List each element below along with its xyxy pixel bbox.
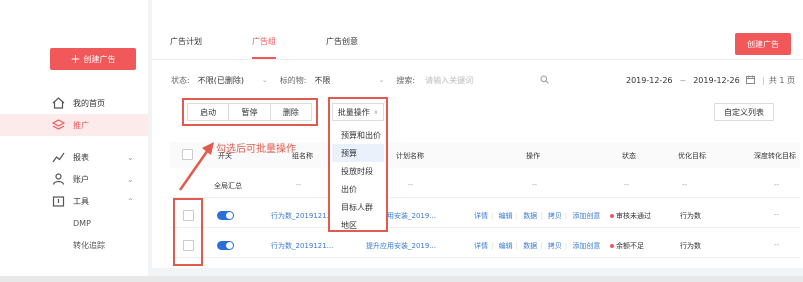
- summary-value: --: [624, 181, 630, 189]
- tab-ad-creative[interactable]: 广告创意: [326, 36, 358, 50]
- home-icon: [51, 96, 65, 110]
- sidebar: + 创建广告 我的首页 推广 报表 ⌄ 账户 ⌄ 工具 ⌃ DMP 转化追踪: [0, 0, 148, 282]
- filter-bar: 状态: 不限(已删除) ⌄ 标的物: 不限 ⌄ 搜索: 请输入关键词: [171, 72, 555, 88]
- toolbox-icon: [51, 194, 65, 208]
- menu-item-budget[interactable]: 预算: [332, 144, 384, 162]
- calendar-icon: [745, 75, 755, 86]
- batch-operation-button[interactable]: 批量操作 ∧: [332, 103, 384, 121]
- summary-row: 全局汇总 -- -- -- -- -- --: [170, 172, 800, 198]
- sidebar-subitem-dmp[interactable]: DMP: [0, 212, 148, 234]
- col-ops: 操作: [526, 152, 540, 160]
- page-count: | 共 1 页: [762, 75, 795, 85]
- edit-link[interactable]: 编辑: [499, 242, 513, 250]
- start-button[interactable]: 启动: [187, 103, 230, 121]
- tab-ad-group[interactable]: 广告组: [252, 36, 276, 59]
- menu-item-region[interactable]: 地区: [332, 216, 384, 234]
- data-link[interactable]: 数据: [523, 212, 537, 220]
- annotation-arrow-icon: [178, 142, 214, 191]
- table-row: 行为数_2019121... 提升应用安装_2019... 详情 | 编辑 | 数据…: [170, 232, 800, 258]
- row-actions: 详情 | 编辑 | 数据 | 拷贝 | 添加创意: [474, 242, 601, 250]
- add-creative-link[interactable]: 添加创意: [572, 212, 600, 220]
- menu-item-bid[interactable]: 出价: [332, 180, 384, 198]
- sidebar-subitem-conversion[interactable]: 转化追踪: [0, 234, 148, 256]
- target-filter-label: 标的物:: [279, 75, 307, 85]
- layers-icon: [51, 118, 65, 132]
- tab-divider: [152, 59, 803, 60]
- user-icon: [51, 172, 65, 186]
- sidebar-item-promotion[interactable]: 推广: [0, 114, 148, 136]
- status-dot-icon: [610, 214, 614, 218]
- summary-value: --: [408, 181, 414, 189]
- annotation-text: 勾选后可批量操作: [216, 144, 296, 155]
- plan-name-link[interactable]: 提升应用安装_2019...: [366, 241, 436, 251]
- chevron-down-icon: ⌄: [127, 174, 134, 184]
- row-switch-toggle[interactable]: [217, 211, 234, 220]
- menu-item-budget-bid[interactable]: 预算和出价: [332, 126, 384, 144]
- copy-link[interactable]: 拷贝: [548, 212, 562, 220]
- create-ad-group-button[interactable]: 创建广告: [735, 33, 791, 55]
- status-badge: 余额不足: [610, 241, 644, 251]
- date-range-picker[interactable]: 2019-12-26 ~ 2019-12-26: [626, 72, 755, 88]
- detail-link[interactable]: 详情: [474, 212, 488, 220]
- annotation-checkbox-highlight: [173, 198, 203, 266]
- data-link[interactable]: 数据: [523, 242, 537, 250]
- target-select[interactable]: 不限 ⌄: [310, 72, 388, 88]
- status-select[interactable]: 不限(已删除) ⌄: [194, 72, 272, 88]
- create-ad-button[interactable]: + 创建广告: [50, 48, 136, 70]
- custom-columns-button[interactable]: 自定义列表: [714, 103, 774, 121]
- summary-value: --: [296, 181, 302, 189]
- group-name-link[interactable]: 行为数_2019121...: [271, 241, 333, 251]
- sidebar-item-tools[interactable]: 工具 ⌃: [0, 190, 148, 212]
- delete-button[interactable]: 删除: [269, 103, 312, 121]
- batch-operation-dropdown: 批量操作 ∧ 预算和出价 预算 投放时段 出价 目标人群 地区: [328, 97, 388, 232]
- chevron-down-icon: ⌄: [127, 152, 134, 162]
- chevron-down-icon: ⌄: [261, 76, 268, 84]
- batch-menu: 预算和出价 预算 投放时段 出价 目标人群 地区: [332, 126, 384, 234]
- col-plan-name: 计划名称: [396, 152, 424, 160]
- deep-goal-value: --: [774, 211, 780, 219]
- search-input[interactable]: 请输入关键词: [419, 72, 555, 88]
- summary-value: --: [682, 181, 688, 189]
- sidebar-item-account[interactable]: 账户 ⌄: [0, 168, 148, 190]
- row-switch-toggle[interactable]: [217, 241, 234, 250]
- add-creative-link[interactable]: 添加创意: [572, 242, 600, 250]
- chevron-up-icon: ∧: [373, 108, 379, 116]
- status-filter-label: 状态:: [171, 75, 190, 85]
- sidebar-item-home[interactable]: 我的首页: [0, 92, 148, 114]
- col-deep-goal: 深度转化目标: [754, 152, 796, 160]
- bottom-scrollbar[interactable]: [0, 276, 803, 282]
- menu-item-schedule[interactable]: 投放时段: [332, 162, 384, 180]
- main-panel: 广告计划 广告组 广告创意 创建广告 状态: 不限(已删除) ⌄ 标的物: 不限…: [152, 0, 803, 268]
- divider: |: [762, 75, 765, 85]
- search-label: 搜索:: [396, 75, 416, 85]
- row-actions: 详情 | 编辑 | 数据 | 拷贝 | 添加创意: [474, 212, 601, 220]
- goal-value: 行为数: [680, 212, 701, 220]
- sidebar-item-reports[interactable]: 报表 ⌄: [0, 146, 148, 168]
- sidebar-nav: 我的首页 推广 报表 ⌄ 账户 ⌄ 工具 ⌃ DMP 转化追踪: [0, 92, 148, 256]
- plus-icon: +: [70, 52, 81, 66]
- deep-goal-value: --: [774, 241, 780, 249]
- col-status: 状态: [622, 152, 636, 160]
- chevron-up-icon: ⌃: [127, 196, 134, 206]
- summary-value: --: [774, 181, 780, 189]
- tab-ad-plan[interactable]: 广告计划: [170, 36, 202, 50]
- copy-link[interactable]: 拷贝: [548, 242, 562, 250]
- col-goal: 优化目标: [678, 152, 706, 160]
- status-dot-icon: [610, 244, 614, 248]
- bulk-action-button-group: 启动 暂停 删除: [182, 98, 318, 126]
- detail-link[interactable]: 详情: [474, 242, 488, 250]
- menu-item-audience[interactable]: 目标人群: [332, 198, 384, 216]
- pause-button[interactable]: 暂停: [228, 103, 271, 121]
- table-row: 行为数_2019121... 提升应用安装_2019... 详情 | 编辑 | 数据…: [170, 202, 800, 228]
- status-badge: 审核未通过: [610, 211, 651, 221]
- chart-icon: [51, 150, 65, 164]
- tab-bar: 广告计划 广告组 广告创意: [170, 36, 408, 59]
- goal-value: 行为数: [680, 242, 701, 250]
- group-name-link[interactable]: 行为数_2019121...: [271, 211, 333, 221]
- chevron-down-icon: ⌄: [378, 76, 385, 84]
- summary-value: --: [532, 181, 538, 189]
- edit-link[interactable]: 编辑: [499, 212, 513, 220]
- search-icon[interactable]: [540, 75, 549, 86]
